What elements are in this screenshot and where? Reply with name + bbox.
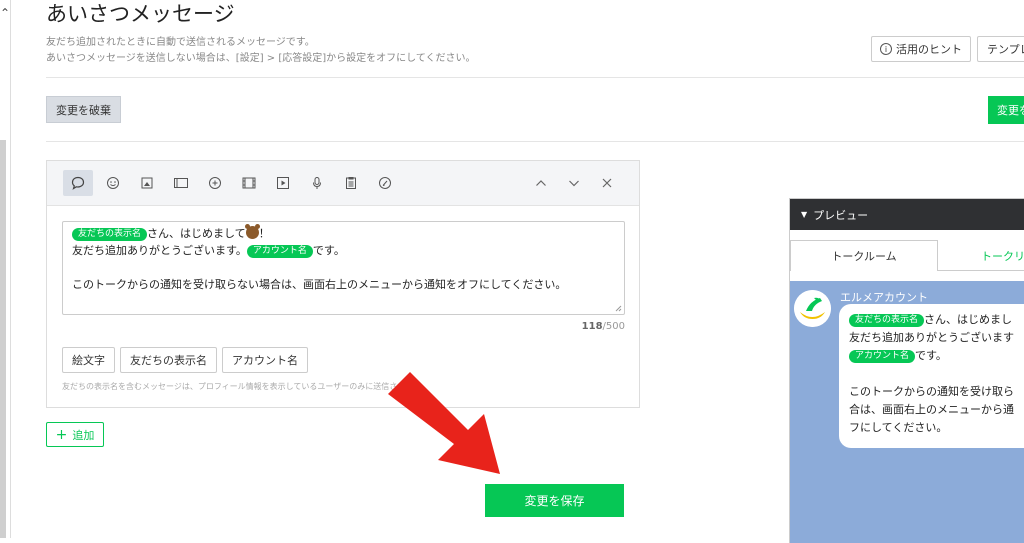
text-icon[interactable] — [63, 170, 93, 196]
preview-line-2: 友だち追加ありがとうございます — [849, 331, 1014, 344]
image-icon[interactable] — [169, 171, 193, 195]
bear-emoji-icon — [244, 224, 260, 239]
discard-changes-button[interactable]: 変更を破棄 — [46, 96, 121, 123]
message-text: ！ — [258, 227, 270, 240]
left-scrollbar[interactable] — [0, 140, 6, 538]
description-line-2: あいさつメッセージを送信しない場合は、[設定] > [応答設定]から設定をオフに… — [46, 53, 476, 64]
save-changes-top-button[interactable]: 変更を — [988, 96, 1024, 124]
message-line-1: 友だちの表示名 さん、はじめまして ！ — [72, 224, 615, 242]
divider — [46, 77, 1024, 78]
preview-header-label: プレビュー — [813, 208, 869, 222]
insert-friend-name-button[interactable]: 友だちの表示名 — [120, 347, 217, 373]
video-icon[interactable] — [237, 171, 261, 195]
character-count: 118 — [581, 321, 603, 332]
coupon-icon[interactable] — [203, 171, 227, 195]
account-name-chip: アカウント名 — [246, 245, 313, 258]
preview-line-7: フにしてください。 — [849, 421, 948, 434]
preview-account-name: エルメアカウント — [840, 291, 928, 304]
message-textarea[interactable]: 友だちの表示名 さん、はじめまして ！ 友だち追加ありがとうございます。 アカウント名… — [62, 221, 625, 315]
preview-header[interactable]: ▼ プレビュー — [790, 199, 1024, 230]
sticker-icon[interactable] — [135, 171, 159, 195]
save-changes-button[interactable]: 変更を保存 — [485, 484, 624, 517]
emoji-icon[interactable] — [101, 171, 125, 195]
tab-talklist[interactable]: トークリ — [981, 248, 1024, 264]
preview-line-3: アカウント名 です。 — [849, 347, 1024, 365]
info-icon: i — [880, 43, 892, 55]
account-logo-icon — [794, 290, 831, 327]
tab-talkroom[interactable]: トークルーム — [790, 240, 938, 271]
preview-line-1: 友だちの表示名 さん、はじめまし — [849, 311, 1024, 329]
hint-button[interactable]: i 活用のヒント — [871, 36, 971, 62]
divider — [46, 141, 1024, 142]
resize-handle-icon[interactable] — [615, 305, 622, 312]
page-description: 友だち追加されたときに自動で送信されるメッセージです。 あいさつメッセージを送信… — [46, 35, 476, 67]
play-icon[interactable] — [271, 171, 295, 195]
preview-line-5: このトークからの通知を受け取ら — [849, 385, 1014, 398]
hint-button-label: 活用のヒント — [896, 43, 962, 56]
character-counter: 118/500 — [560, 321, 625, 332]
collapse-caret-icon[interactable]: ⌃ — [0, 6, 10, 20]
preview-text: です。 — [915, 349, 947, 362]
page-title: あいさつメッセージ — [46, 2, 235, 26]
template-button[interactable]: テンプレ — [977, 36, 1024, 62]
message-line-4: このトークからの通知を受け取らない場合は、画面右上のメニューから通知をオフにして… — [72, 278, 567, 291]
tab-underline — [938, 270, 1024, 271]
mic-icon[interactable] — [305, 171, 329, 195]
caret-down-icon: ▼ — [801, 210, 808, 219]
description-line-1: 友だち追加されたときに自動で送信されるメッセージです。 — [46, 37, 315, 48]
message-line-2: 友だち追加ありがとうございます。 アカウント名 です。 — [72, 242, 615, 259]
red-arrow-icon — [388, 372, 500, 474]
account-name-chip: アカウント名 — [849, 350, 916, 363]
chevron-down-icon[interactable] — [562, 171, 586, 195]
chevron-up-icon[interactable] — [529, 171, 553, 195]
preview-message-bubble: 友だちの表示名 さん、はじめまし 友だち追加ありがとうございます アカウント名 です… — [839, 304, 1024, 448]
plus-icon: + — [55, 426, 68, 443]
template-button-label: テンプレ — [987, 43, 1024, 56]
add-button-label: 追加 — [72, 428, 95, 442]
message-text: です。 — [312, 244, 345, 257]
friend-name-chip: 友だちの表示名 — [849, 314, 925, 327]
preview-line-6: 合は、画面右上のメニューから通 — [849, 403, 1014, 416]
add-message-button[interactable]: + 追加 — [46, 422, 104, 447]
preview-text: さん、はじめまし — [924, 313, 1013, 326]
insert-emoji-button[interactable]: 絵文字 — [62, 347, 115, 373]
avatar — [794, 290, 831, 327]
message-toolbar — [47, 161, 639, 206]
insert-account-name-button[interactable]: アカウント名 — [222, 347, 308, 373]
close-icon[interactable] — [595, 171, 619, 195]
message-text: さん、はじめまして — [147, 227, 246, 240]
insert-note: 友だちの表示名を含むメッセージは、プロフィール情報を表示しているユーザーのみに送… — [62, 382, 429, 391]
character-max: /500 — [602, 321, 625, 332]
message-text: 友だち追加ありがとうございます。 — [72, 244, 247, 257]
richmessage-icon[interactable] — [339, 171, 363, 195]
friend-name-chip: 友だちの表示名 — [72, 228, 148, 241]
survey-icon[interactable] — [373, 171, 397, 195]
